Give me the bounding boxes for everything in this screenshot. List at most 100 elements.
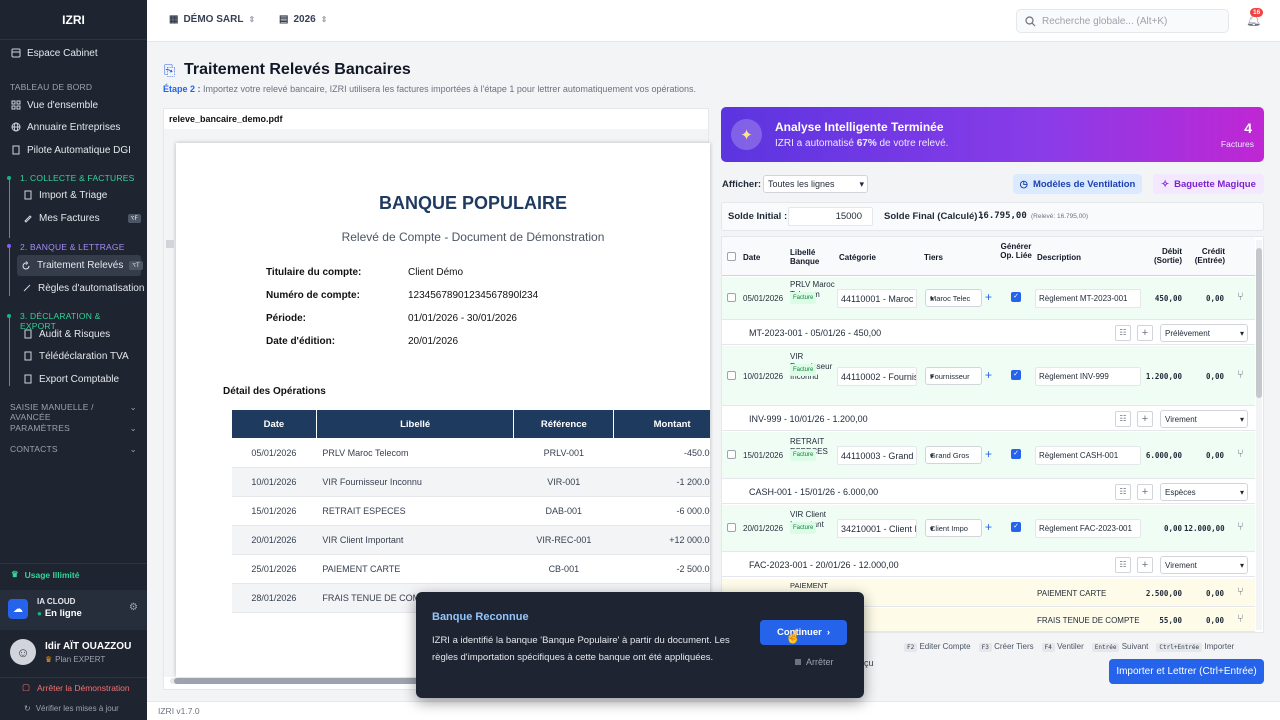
table-row[interactable]: 05/01/2026 PRLV Maroc TelecomFacture 441…: [722, 277, 1255, 320]
row-checkbox[interactable]: [727, 450, 736, 459]
split-icon[interactable]: ⑂: [1237, 448, 1244, 460]
payment-mode-select[interactable]: Prélèvement ▾: [1160, 324, 1248, 342]
add-icon[interactable]: +: [1137, 484, 1153, 500]
split-icon[interactable]: ⑂: [1237, 291, 1244, 303]
category-input[interactable]: 34210001 - Client Ir: [837, 519, 917, 538]
chevron-updown-icon: ⇕: [320, 15, 328, 24]
add-icon[interactable]: +: [1137, 411, 1153, 427]
table-row[interactable]: 20/01/2026 VIR Client ImportantFacture 3…: [722, 505, 1255, 552]
section-contacts[interactable]: CONTACTS ⌄: [10, 444, 137, 455]
generate-op-checkbox[interactable]: ✓: [1011, 370, 1021, 380]
tiers-select[interactable]: Maroc Telec ▾: [925, 289, 982, 307]
shortcut-key: F2: [904, 643, 918, 652]
tiers-select[interactable]: Client Impo ▾: [925, 519, 982, 537]
description-input[interactable]: Règlement INV-999: [1035, 367, 1141, 386]
sidebar-item-export[interactable]: Export Comptable: [22, 369, 141, 389]
stop-demo-button[interactable]: ▢ Arrêter la Démonstration: [0, 677, 147, 697]
lettrage-input[interactable]: INV-999 - 10/01/26 - 1.200,00: [743, 410, 1109, 428]
analysis-text: IZRI a automatisé 67% de votre relevé.: [775, 138, 948, 149]
split-icon[interactable]: ⑂: [1237, 586, 1244, 598]
generate-op-checkbox[interactable]: ✓: [1011, 449, 1021, 459]
lettrage-input[interactable]: FAC-2023-001 - 20/01/26 - 12.000,00: [743, 556, 1109, 574]
stop-demo-label: Arrêter la Démonstration: [37, 682, 130, 693]
check-updates-link[interactable]: ↻ Vérifier les mises à jour: [24, 704, 119, 713]
sidebar-item-label: Règles d'automatisation: [38, 282, 145, 294]
row-checkbox[interactable]: [727, 523, 736, 532]
sidebar-item-espace-cabinet[interactable]: Espace Cabinet: [10, 43, 141, 63]
sidebar-item-factures[interactable]: Mes Factures ⌥F: [22, 208, 141, 228]
import-lettrer-button[interactable]: Importer et Lettrer (Ctrl+Entrée): [1109, 659, 1264, 684]
add-tiers-icon[interactable]: +: [985, 520, 992, 534]
filter-icon[interactable]: ☷: [1115, 557, 1131, 573]
stop-tour-button[interactable]: Arrêter: [795, 657, 834, 667]
payment-mode-select[interactable]: Espèces ▾: [1160, 483, 1248, 501]
category-input[interactable]: 44110001 - Maroc T: [837, 289, 917, 308]
year-selector[interactable]: ▤ 2026 ⇕: [279, 14, 327, 25]
sidebar-item-import[interactable]: Import & Triage: [22, 185, 141, 205]
page-subtitle: Étape 2 : Importez votre relevé bancaire…: [163, 84, 696, 94]
vertical-scrollbar[interactable]: [166, 240, 174, 248]
search-input[interactable]: Recherche globale... (Alt+K): [1016, 9, 1229, 33]
add-icon[interactable]: +: [1137, 557, 1153, 573]
avatar[interactable]: ☺: [10, 639, 36, 665]
description-input[interactable]: Règlement CASH-001: [1035, 446, 1141, 465]
pdf-field-key: Date d'édition:: [266, 336, 336, 347]
modeles-ventilation-button[interactable]: ◷ Modèles de Ventilation: [1013, 174, 1142, 194]
baguette-magique-button[interactable]: ✧ Baguette Magique: [1153, 174, 1264, 194]
sidebar-item-regles[interactable]: Règles d'automatisation: [22, 278, 145, 298]
add-tiers-icon[interactable]: +: [985, 290, 992, 304]
table-row[interactable]: 10/01/2026 VIR Fournisseur InconnuFactur…: [722, 346, 1255, 406]
cloud-title: IA CLOUD: [37, 597, 76, 606]
split-icon[interactable]: ⑂: [1237, 613, 1244, 625]
bank-recognized-toast: Banque Reconnue IZRI a identifié la banq…: [416, 592, 864, 698]
section-dot: [7, 314, 11, 318]
sidebar-item-audit[interactable]: Audit & Risques: [22, 324, 141, 344]
generate-op-checkbox[interactable]: ✓: [1011, 522, 1021, 532]
column-header: Débit (Sortie): [1154, 247, 1182, 265]
payment-mode-select[interactable]: Virement ▾: [1160, 556, 1248, 574]
description-value: Règlement CASH-001: [1039, 451, 1119, 460]
description-input[interactable]: Règlement FAC-2023-001: [1035, 519, 1141, 538]
scrollbar-thumb[interactable]: [1256, 248, 1262, 398]
tiers-select[interactable]: Grand Gros ▾: [925, 446, 982, 464]
cloud-status-label: En ligne: [44, 608, 82, 619]
category-input[interactable]: 44110003 - Grand G: [837, 446, 917, 465]
debit-value: 2.500,00: [1145, 589, 1182, 598]
description-input[interactable]: Règlement MT-2023-001: [1035, 289, 1141, 308]
category-value: 44110003 - Grand G: [841, 450, 917, 461]
sidebar-item-teledeclaration[interactable]: Télédéclaration TVA: [22, 346, 141, 366]
continue-button[interactable]: Continuer ›: [760, 620, 847, 645]
lettrage-input[interactable]: MT-2023-001 - 05/01/26 - 450,00: [743, 324, 1109, 342]
payment-mode-select[interactable]: Virement ▾: [1160, 410, 1248, 428]
column-header: Description: [1037, 253, 1082, 262]
split-icon[interactable]: ⑂: [1237, 521, 1244, 533]
grid-scrollbar[interactable]: [1256, 240, 1262, 630]
cell: CB-001: [513, 554, 614, 584]
add-tiers-icon[interactable]: +: [985, 368, 992, 382]
generate-op-checkbox[interactable]: ✓: [1011, 292, 1021, 302]
filter-icon[interactable]: ☷: [1115, 484, 1131, 500]
company-selector[interactable]: ▦ DÉMO SARL ⇕: [169, 14, 255, 25]
payment-mode-value: Virement: [1165, 560, 1197, 570]
add-icon[interactable]: +: [1137, 325, 1153, 341]
select-all-checkbox[interactable]: [727, 252, 736, 261]
sidebar-item-vue-ensemble[interactable]: Vue d'ensemble: [10, 95, 141, 115]
add-tiers-icon[interactable]: +: [985, 447, 992, 461]
gear-icon[interactable]: ⚙: [129, 602, 138, 613]
lettrage-input[interactable]: CASH-001 - 15/01/26 - 6.000,00: [743, 483, 1109, 501]
sidebar-item-traitement[interactable]: Traitement Relevés ⌥T: [17, 255, 143, 276]
table-row[interactable]: 15/01/2026 RETRAIT ESPECESFacture 441100…: [722, 432, 1255, 479]
split-icon[interactable]: ⑂: [1237, 369, 1244, 381]
sidebar-item-annuaire[interactable]: Annuaire Entreprises: [10, 117, 141, 137]
filter-icon[interactable]: ☷: [1115, 325, 1131, 341]
solde-initial-input[interactable]: 15000: [788, 207, 873, 226]
sidebar-item-pilote[interactable]: Pilote Automatique DGI: [10, 140, 141, 160]
tiers-select[interactable]: Fournisseur ▾: [925, 367, 982, 385]
filter-select[interactable]: Toutes les lignes ▾: [763, 175, 868, 193]
category-input[interactable]: 44110002 - Fournis: [837, 367, 917, 386]
row-checkbox[interactable]: [727, 293, 736, 302]
section-saisie[interactable]: SAISIE MANUELLE / AVANCÉE ⌄: [10, 402, 137, 422]
row-checkbox[interactable]: [727, 371, 736, 380]
filter-icon[interactable]: ☷: [1115, 411, 1131, 427]
section-parametres[interactable]: PARAMÈTRES ⌄: [10, 423, 137, 434]
